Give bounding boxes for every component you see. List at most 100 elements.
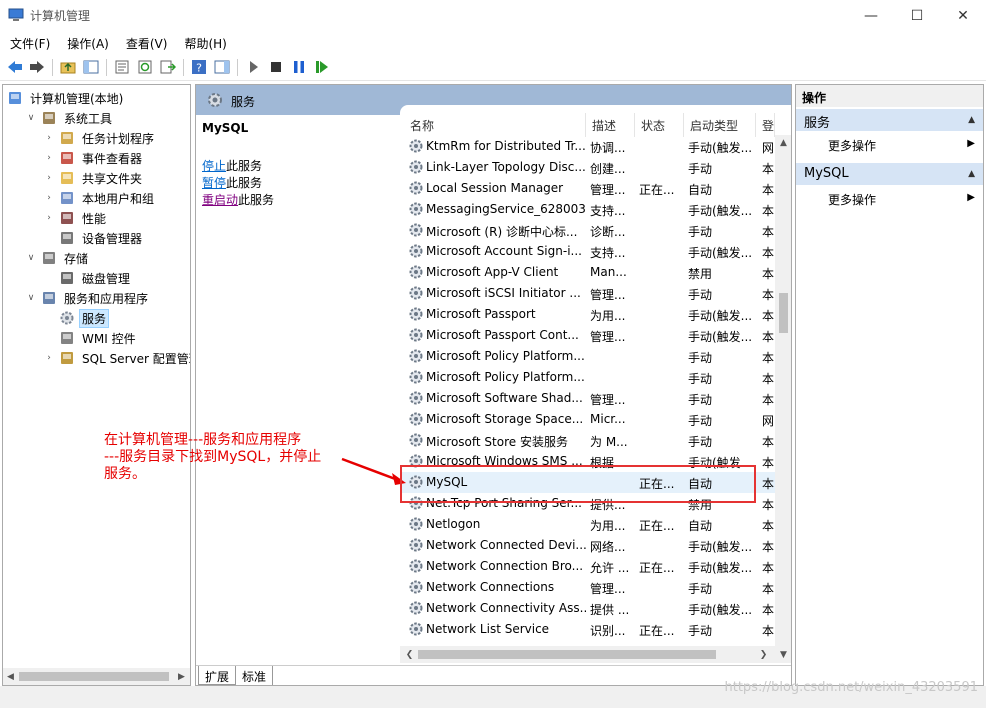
- tree-item[interactable]: ∨ 系统工具: [25, 108, 115, 128]
- service-row[interactable]: Microsoft (R) 诊断中心标... 诊断... 手动 本: [400, 220, 775, 241]
- service-row[interactable]: Microsoft Passport Cont... 管理... 手动(触发... 本: [400, 325, 775, 346]
- tree-item[interactable]: › 共享文件夹: [43, 168, 145, 188]
- column-description[interactable]: 描述: [586, 113, 635, 137]
- help-icon[interactable]: ?: [190, 58, 208, 76]
- stop-service-icon[interactable]: [267, 58, 285, 76]
- service-row[interactable]: Microsoft iSCSI Initiator ... 管理... 手动 本: [400, 283, 775, 304]
- service-desc: 为 M...: [590, 435, 628, 449]
- chevron-right-icon[interactable]: ›: [43, 172, 55, 184]
- actions-section-mysql[interactable]: MySQL ▲: [796, 163, 983, 185]
- maximize-button[interactable]: ☐: [894, 0, 940, 31]
- tree-item[interactable]: 服务: [43, 308, 110, 328]
- tree-item[interactable]: › 性能: [43, 208, 109, 228]
- tree-item-label: 任务计划程序: [82, 131, 155, 146]
- chevron-down-icon[interactable]: ∨: [25, 292, 37, 304]
- service-row[interactable]: Microsoft Policy Platform... 手动 本: [400, 346, 775, 367]
- action-pane-icon[interactable]: [213, 58, 231, 76]
- scroll-right-arrow-icon[interactable]: ▶: [174, 669, 189, 684]
- service-logon: 本: [762, 246, 775, 260]
- column-name[interactable]: 名称: [404, 113, 586, 137]
- list-scroll-left-icon[interactable]: ❮: [402, 647, 417, 662]
- more-actions-mysql[interactable]: 更多操作: [828, 191, 876, 208]
- service-row[interactable]: KtmRm for Distributed Tr... 协调... 手动(触发...…: [400, 136, 775, 157]
- service-name: Microsoft Storage Space...: [426, 412, 584, 426]
- restart-service-link[interactable]: 重启动: [202, 193, 238, 207]
- menu-action[interactable]: 操作(A): [57, 31, 116, 53]
- collapse-icon[interactable]: ▲: [968, 115, 975, 125]
- service-logon: 本: [762, 183, 775, 197]
- chevron-right-icon[interactable]: ›: [43, 152, 55, 164]
- tree-horizontal-scrollbar[interactable]: ◀ ▶: [3, 668, 190, 685]
- stop-service-link[interactable]: 停止: [202, 159, 226, 173]
- tree-item[interactable]: › 任务计划程序: [43, 128, 157, 148]
- scroll-up-arrow-icon[interactable]: ▲: [776, 135, 791, 150]
- service-row[interactable]: Microsoft Passport 为用... 手动(触发... 本: [400, 304, 775, 325]
- service-name: Network Connectivity Ass...: [426, 601, 586, 615]
- tree-item[interactable]: ∨ 存储: [25, 248, 91, 268]
- tree-item[interactable]: 磁盘管理: [43, 268, 133, 288]
- chevron-right-icon[interactable]: ›: [43, 192, 55, 204]
- service-row[interactable]: Link-Layer Topology Disc... 创建... 手动 本: [400, 157, 775, 178]
- service-desc: 协调...: [590, 141, 626, 155]
- tab-extended[interactable]: 扩展: [198, 666, 237, 685]
- service-row[interactable]: Network Connectivity Ass... 提供 ... 手动(触发..…: [400, 598, 775, 619]
- tree-item[interactable]: ∨ 服务和应用程序: [25, 288, 151, 308]
- column-status[interactable]: 状态: [635, 113, 684, 137]
- tab-standard[interactable]: 标准: [236, 666, 274, 685]
- service-row[interactable]: Microsoft Storage Space... Micr... 手动 网: [400, 409, 775, 430]
- chevron-right-icon[interactable]: ›: [43, 352, 55, 364]
- scroll-down-arrow-icon[interactable]: ▼: [776, 647, 791, 662]
- service-row[interactable]: Microsoft Account Sign-i... 支持... 手动(触发...…: [400, 241, 775, 262]
- restart-service-icon[interactable]: [313, 58, 331, 76]
- list-scroll-right-icon[interactable]: ❯: [756, 647, 771, 662]
- menu-help[interactable]: 帮助(H): [174, 31, 233, 53]
- scroll-left-arrow-icon[interactable]: ◀: [3, 669, 18, 684]
- back-arrow-icon[interactable]: [6, 58, 24, 76]
- service-gear-icon: [409, 307, 423, 321]
- service-row[interactable]: Network Connected Devi... 网络... 手动(触发... 本: [400, 535, 775, 556]
- up-folder-icon[interactable]: [59, 58, 77, 76]
- service-row[interactable]: Microsoft Software Shad... 管理... 手动 本: [400, 388, 775, 409]
- column-startup-type[interactable]: 启动类型: [684, 113, 756, 137]
- refresh-icon[interactable]: [136, 58, 154, 76]
- service-row[interactable]: MessagingService_628003 支持... 手动(触发... 本: [400, 199, 775, 220]
- service-row[interactable]: Network Connections 管理... 手动 本: [400, 577, 775, 598]
- service-row[interactable]: Microsoft Store 安装服务 为 M... 手动 本: [400, 430, 775, 451]
- tree-item[interactable]: › SQL Server 配置管理器: [43, 348, 190, 368]
- service-row[interactable]: Netlogon 为用... 正在... 自动 本: [400, 514, 775, 535]
- show-hide-tree-icon[interactable]: [82, 58, 100, 76]
- service-row[interactable]: Microsoft Policy Platform... 手动 本: [400, 367, 775, 388]
- export-list-icon[interactable]: [159, 58, 177, 76]
- tree-item[interactable]: › 本地用户和组: [43, 188, 157, 208]
- close-button[interactable]: ✕: [940, 0, 986, 31]
- forward-arrow-icon[interactable]: [28, 58, 46, 76]
- chevron-right-icon[interactable]: ›: [43, 132, 55, 144]
- list-vertical-scrollbar[interactable]: ▲ ▼: [775, 135, 791, 663]
- minimize-button[interactable]: —: [848, 0, 894, 31]
- column-logon[interactable]: 登: [756, 113, 775, 137]
- service-row[interactable]: Network Connection Bro... 允许 ... 正在... 手动(触…: [400, 556, 775, 577]
- chevron-down-icon[interactable]: ∨: [25, 112, 37, 124]
- list-horizontal-scrollbar[interactable]: ❮ ❯: [400, 646, 775, 663]
- service-row[interactable]: Microsoft App-V Client Man... 禁用 本: [400, 262, 775, 283]
- tree-item[interactable]: › 事件查看器: [43, 148, 145, 168]
- window-title: 计算机管理: [30, 9, 91, 23]
- tree-item[interactable]: 设备管理器: [43, 228, 145, 248]
- tree-item[interactable]: 计算机管理(本地): [7, 88, 126, 108]
- start-service-icon[interactable]: [245, 58, 263, 76]
- menu-file[interactable]: 文件(F): [0, 31, 57, 53]
- service-row[interactable]: Local Session Manager 管理... 正在... 自动 本: [400, 178, 775, 199]
- tree-item[interactable]: WMI 控件: [43, 328, 139, 348]
- actions-section-services[interactable]: 服务 ▲: [796, 109, 983, 131]
- chevron-right-icon[interactable]: ›: [43, 212, 55, 224]
- properties-icon[interactable]: [113, 58, 131, 76]
- pause-service-icon[interactable]: [290, 58, 308, 76]
- more-actions-services[interactable]: 更多操作: [828, 137, 876, 154]
- service-gear-icon: [409, 328, 423, 342]
- menu-view[interactable]: 查看(V): [116, 31, 175, 53]
- chevron-down-icon[interactable]: ∨: [25, 252, 37, 264]
- pause-service-link[interactable]: 暂停: [202, 176, 226, 190]
- collapse-icon[interactable]: ▲: [968, 169, 975, 179]
- service-row[interactable]: Network List Service 识别... 正在... 手动 本: [400, 619, 775, 640]
